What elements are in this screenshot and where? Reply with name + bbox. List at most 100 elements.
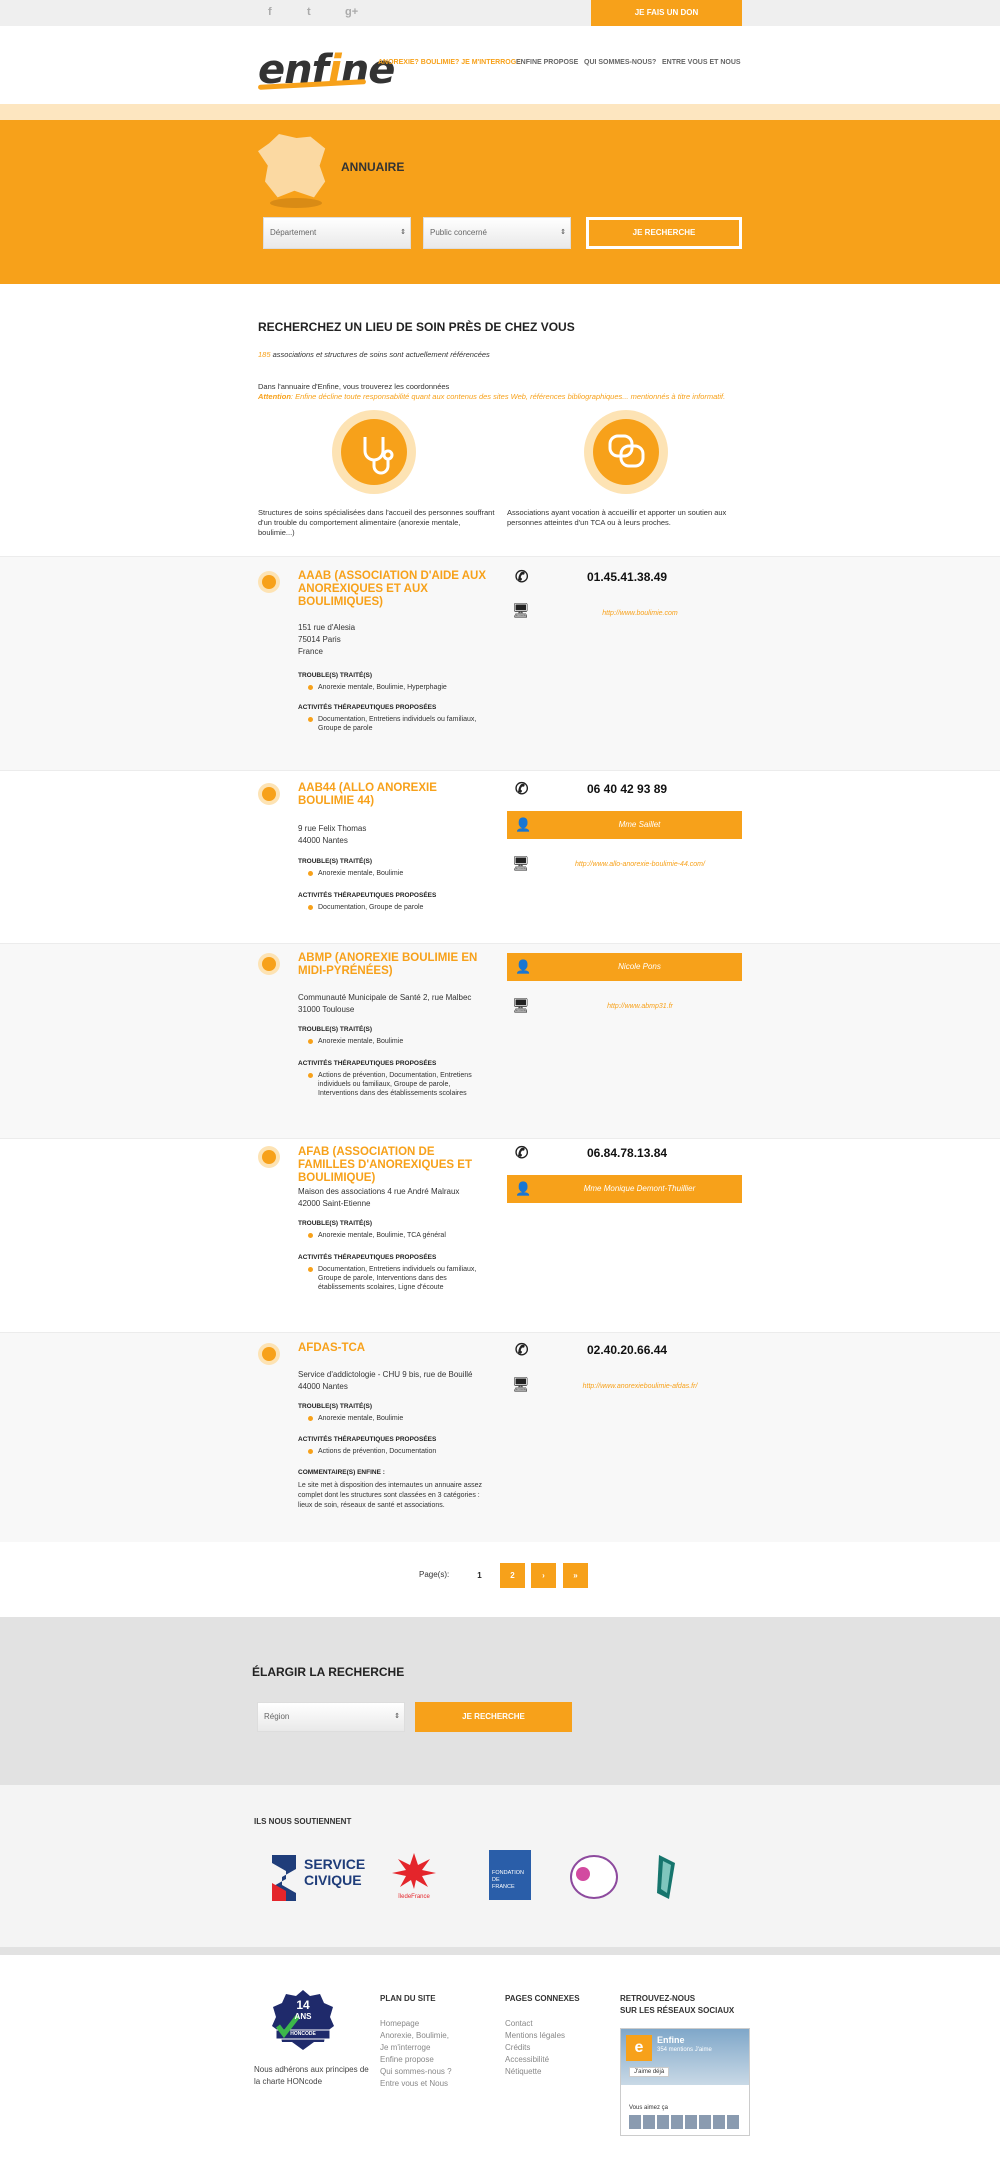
result-phone[interactable]: 01.45.41.38.49 bbox=[587, 570, 667, 584]
ile-de-france-text: îledeFrance bbox=[398, 1894, 430, 1900]
donate-button[interactable]: JE FAIS UN DON bbox=[591, 0, 742, 26]
widen-title: ÉLARGIR LA RECHERCHE bbox=[252, 1665, 405, 1679]
activites-label: ACTIVITÉS THÉRAPEUTIQUES PROPOSÉES bbox=[298, 704, 437, 711]
public-select-value: Public concerné bbox=[430, 228, 487, 237]
footer-link-enfine-propose[interactable]: Enfine propose bbox=[380, 2054, 434, 2066]
footer-link-je-m-interroge[interactable]: Je m'interroge bbox=[380, 2042, 430, 2054]
search-button[interactable]: JE RECHERCHE bbox=[586, 217, 742, 249]
troubles-label: TROUBLE(S) TRAITÉ(S) bbox=[298, 1220, 373, 1227]
contact-person-button[interactable]: 👤 Mme Monique Demont-Thuillier bbox=[507, 1175, 742, 1203]
departement-select[interactable]: Département ⇕ bbox=[263, 217, 411, 249]
result-website-link[interactable]: http://www.anorexieboulimie-afdas.fr/ bbox=[540, 1383, 740, 1390]
result-phone[interactable]: 02.40.20.66.44 bbox=[587, 1343, 667, 1357]
result-phone[interactable]: 06 40 42 93 89 bbox=[587, 782, 667, 796]
phone-icon: ✆ bbox=[515, 1342, 529, 1359]
intro-title: RECHERCHEZ UN LIEU DE SOIN PRÈS DE CHEZ … bbox=[258, 320, 575, 334]
result-address-line: France bbox=[298, 647, 323, 656]
page-1[interactable]: 1 bbox=[467, 1563, 492, 1588]
twitter-icon[interactable]: t bbox=[307, 6, 311, 18]
footer-link-mentions-legales[interactable]: Mentions légales bbox=[505, 2030, 565, 2042]
fondation-line-1: FONDATION bbox=[492, 1870, 524, 1876]
map-shadow bbox=[270, 198, 322, 208]
footer-link-contact[interactable]: Contact bbox=[505, 2018, 533, 2030]
social-title-2: SUR LES RÉSEAUX SOCIAUX bbox=[620, 2006, 735, 2015]
header-band bbox=[0, 104, 1000, 120]
footer-link-entre-vous-et-nous[interactable]: Entre vous et Nous bbox=[380, 2078, 448, 2090]
nav-item-enfine-propose[interactable]: ENFINE PROPOSE bbox=[516, 59, 578, 66]
nav-item-je-m-interroge[interactable]: ANOREXIE? BOULIMIE? JE M'INTERROGE bbox=[378, 59, 521, 66]
phone-icon: ✆ bbox=[515, 569, 529, 586]
footer-link-credits[interactable]: Crédits bbox=[505, 2042, 530, 2054]
footer-link-qui-sommes-nous[interactable]: Qui sommes-nous ? bbox=[380, 2066, 452, 2078]
result-website-link[interactable]: http://www.allo-anorexie-boulimie-44.com… bbox=[540, 861, 740, 868]
attention-label: Attention bbox=[258, 392, 291, 401]
select-arrows-icon: ⇕ bbox=[560, 229, 566, 236]
care-structures-icon[interactable] bbox=[332, 410, 416, 494]
next-page-button[interactable]: › bbox=[531, 1563, 556, 1588]
footer-link-accessibilite[interactable]: Accessibilité bbox=[505, 2054, 549, 2066]
ile-de-france-logo[interactable]: îledeFrance bbox=[392, 1853, 436, 1900]
intro-line: Dans l'annuaire d'Enfine, vous trouverez… bbox=[258, 382, 450, 391]
footer-link-netiquette[interactable]: Nétiquette bbox=[505, 2066, 541, 2078]
associations-icon[interactable] bbox=[584, 410, 668, 494]
honcode-text: Nous adhérons aux principes de la charte… bbox=[254, 2065, 369, 2086]
contact-person-name: Nicole Pons bbox=[618, 962, 661, 971]
result-item: AFDAS-TCA Service d'addictologie - CHU 9… bbox=[0, 1332, 1000, 1542]
google-plus-icon[interactable]: g+ bbox=[345, 6, 358, 18]
contact-person-button[interactable]: 👤 Nicole Pons bbox=[507, 953, 742, 981]
facebook-icon[interactable]: f bbox=[268, 6, 272, 18]
activites-value: Actions de prévention, Documentation bbox=[306, 1447, 491, 1456]
result-title[interactable]: AFAB (ASSOCIATION DE FAMILLES D'ANOREXIQ… bbox=[298, 1146, 488, 1185]
result-website-link[interactable]: http://www.abmp31.fr bbox=[540, 1003, 740, 1010]
phone-icon: ✆ bbox=[515, 1145, 529, 1162]
facebook-page-avatar: e bbox=[626, 2035, 652, 2061]
troubles-value: Anorexie mentale, Boulimie, Hyperphagie bbox=[306, 683, 491, 692]
result-item: AAB44 (ALLO ANOREXIE BOULIMIE 44) 9 rue … bbox=[0, 770, 1000, 943]
result-title[interactable]: AAAB (ASSOCIATION D'AIDE AUX ANOREXIQUES… bbox=[298, 570, 488, 609]
fondation-de-france-logo[interactable]: FONDATION DE FRANCE bbox=[489, 1850, 531, 1900]
service-civique-logo[interactable] bbox=[268, 1853, 298, 1903]
page-2[interactable]: 2 bbox=[500, 1563, 525, 1588]
region-select-value: Région bbox=[264, 1712, 290, 1721]
footer-link-anorexie[interactable]: Anorexie, Boulimie, bbox=[380, 2030, 449, 2042]
partner-logo[interactable] bbox=[655, 1853, 677, 1901]
header: enfine ANOREXIE? BOULIMIE? JE M'INTERROG… bbox=[0, 26, 1000, 104]
result-address-line: Service d'addictologie - CHU 9 bis, rue … bbox=[298, 1370, 473, 1379]
widen-search-button[interactable]: JE RECHERCHE bbox=[415, 1702, 572, 1732]
pages-title: PAGES CONNEXES bbox=[505, 1994, 580, 2003]
contact-person-button[interactable]: 👤 Mme Saillet bbox=[507, 811, 742, 839]
page: f t g+ JE FAIS UN DON enfine ANOREXIE? B… bbox=[0, 0, 1000, 2166]
honcode-ans: ANS bbox=[294, 2012, 312, 2021]
result-title[interactable]: AFDAS-TCA bbox=[298, 1342, 488, 1355]
france-map-icon bbox=[258, 134, 326, 198]
logo-text-accent: i bbox=[328, 47, 342, 93]
troubles-value: Anorexie mentale, Boulimie bbox=[306, 1414, 491, 1423]
result-address-line: 44000 Nantes bbox=[298, 836, 348, 845]
facebook-like-count: 354 mentions J'aime bbox=[657, 2047, 712, 2053]
activites-label: ACTIVITÉS THÉRAPEUTIQUES PROPOSÉES bbox=[298, 892, 437, 899]
region-select[interactable]: Région ⇕ bbox=[257, 1702, 405, 1732]
attention-text: : Enfine décline toute responsabilité qu… bbox=[290, 392, 726, 401]
result-website-link[interactable]: http://www.boulimie.com bbox=[540, 610, 740, 617]
fondation-line-2: DE bbox=[492, 1877, 500, 1883]
website-icon: 🖥 bbox=[512, 602, 530, 618]
result-phone[interactable]: 06.84.78.13.84 bbox=[587, 1146, 667, 1160]
stethoscope-icon bbox=[363, 437, 394, 475]
fonds-humanis-logo[interactable] bbox=[570, 1855, 618, 1899]
facebook-widget[interactable]: e Enfine 354 mentions J'aime J'aime déjà… bbox=[620, 2028, 750, 2136]
public-select[interactable]: Public concerné ⇕ bbox=[423, 217, 571, 249]
nav-item-qui-sommes-nous[interactable]: QUI SOMMES-NOUS? bbox=[584, 59, 656, 66]
nav-item-entre-vous-et-nous[interactable]: ENTRE VOUS ET NOUS bbox=[662, 59, 741, 66]
facebook-like-button[interactable]: J'aime déjà bbox=[629, 2067, 670, 2077]
last-page-button[interactable]: » bbox=[563, 1563, 588, 1588]
result-title[interactable]: ABMP (ANOREXIE BOULIMIE EN MIDI-PYRÉNÉES… bbox=[298, 952, 488, 978]
search-hero: ANNUAIRE Département ⇕ Public concerné ⇕… bbox=[0, 120, 1000, 284]
result-item: AAAB (ASSOCIATION D'AIDE AUX ANOREXIQUES… bbox=[0, 556, 1000, 770]
website-icon: 🖥 bbox=[512, 855, 530, 871]
social-title-1: RETROUVEZ-NOUS bbox=[620, 1994, 696, 2003]
honcode-badge[interactable]: 14 ANS HONCODE bbox=[272, 1990, 334, 2050]
commentaire-value: Le site met à disposition des internaute… bbox=[298, 1482, 483, 1509]
result-title[interactable]: AAB44 (ALLO ANOREXIE BOULIMIE 44) bbox=[298, 782, 488, 808]
honcode-years: 14 bbox=[296, 1998, 310, 2012]
footer-link-homepage[interactable]: Homepage bbox=[380, 2018, 419, 2030]
